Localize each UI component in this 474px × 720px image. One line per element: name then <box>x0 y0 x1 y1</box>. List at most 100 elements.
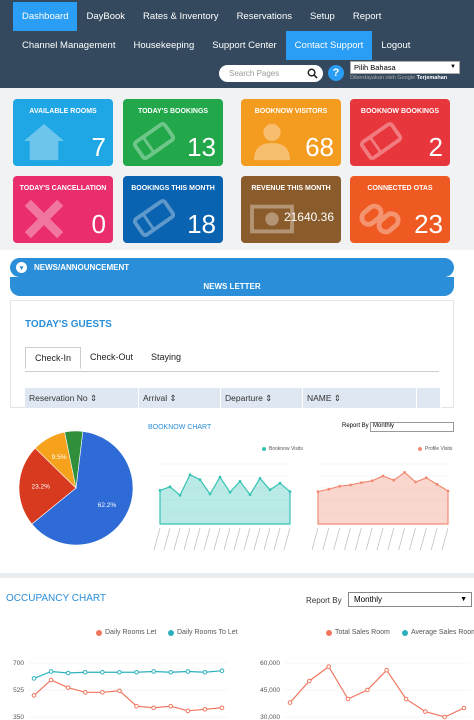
legend-average-sales-room[interactable]: Average Sales Room <box>402 629 474 636</box>
x-tick-mark <box>430 527 438 551</box>
ticket-icon <box>132 199 176 238</box>
tile-label: BOOKNOW BOOKINGS <box>360 108 440 115</box>
newsletter-bar[interactable]: NEWS LETTER <box>10 277 454 296</box>
tile-today-s-cancellation[interactable]: TODAY'S CANCELLATION 0 <box>13 176 113 243</box>
tab-check-in[interactable]: Check-In <box>25 347 82 369</box>
data-point <box>258 477 262 480</box>
tile-label: TODAY'S CANCELLATION <box>19 185 107 192</box>
nav-item-housekeeping[interactable]: Housekeeping <box>124 31 203 60</box>
booknow-chart-section: 62.2% 23.2% 9.5% BOOKNOW CHART Report By M… <box>0 408 474 573</box>
data-point <box>307 678 312 684</box>
line-series <box>289 665 465 718</box>
column-header-reservation-no[interactable]: Reservation No ⇕ <box>25 388 139 408</box>
report-by-mini-label: Report By <box>340 423 369 429</box>
booknow-report-select-value: Monthly <box>373 423 395 429</box>
data-point <box>198 478 202 481</box>
data-point <box>208 492 212 496</box>
column-header-name[interactable]: NAME ⇕ <box>303 388 417 408</box>
data-point <box>188 473 192 477</box>
data-point <box>219 705 225 711</box>
top-navbar: Dashboard DayBook Rates & Inventory Reserva… <box>0 0 474 88</box>
pie-slice-label: 23.2% <box>31 483 50 490</box>
section-separator <box>0 573 474 578</box>
legend-dot <box>402 629 408 636</box>
guests-table-header: Reservation No ⇕ Arrival ⇕ Departure ⇕ NAME… <box>25 388 441 408</box>
tile-booknow-bookings[interactable]: BOOKNOW BOOKINGS 2 <box>350 99 450 166</box>
x-tick-mark <box>193 527 201 551</box>
tile-available-rooms[interactable]: AVAILABLE ROOMS 7 <box>13 99 113 166</box>
column-header-departure[interactable]: Departure ⇕ <box>221 388 303 408</box>
tile-revenue-this-month[interactable]: REVENUE THIS MONTH 21640.36 <box>241 176 341 243</box>
x-tick-mark <box>173 527 181 551</box>
x-tick-mark <box>344 527 351 551</box>
data-point <box>31 676 37 681</box>
data-point <box>158 489 162 492</box>
ticket-icon <box>132 122 176 161</box>
link-icon <box>359 203 401 235</box>
x-tick-mark <box>183 527 191 551</box>
tile-value: 21640.36 <box>283 210 334 224</box>
tile-booknow-visitors[interactable]: BOOKNOW VISITORS 68 <box>241 99 341 166</box>
nav-item-report[interactable]: Report <box>344 2 391 31</box>
data-point <box>219 668 225 674</box>
report-by-select[interactable]: Monthly ▼ <box>348 592 472 607</box>
y-tick-label: 45,000 <box>260 687 280 694</box>
nav-item-logout[interactable]: Logout <box>372 31 419 60</box>
booknow-visits-area-chart <box>153 463 292 551</box>
data-point <box>185 708 191 714</box>
search-icon[interactable] <box>307 68 318 79</box>
tile-connected-otas[interactable]: CONNECTED OTAS 23 <box>350 176 450 243</box>
nav-item-daybook[interactable]: DayBook <box>77 2 134 31</box>
data-point <box>278 481 282 485</box>
pie-slice-label: 62.2% <box>98 502 117 509</box>
tile-value: 2 <box>428 132 443 162</box>
person-icon <box>253 123 291 161</box>
tab-check-out[interactable]: Check-Out <box>81 347 142 369</box>
guests-tabs: Check-In Check-Out Staying <box>25 347 190 369</box>
data-point <box>446 489 450 493</box>
legend-label: Booknow Visits <box>269 446 303 452</box>
data-point <box>384 667 389 673</box>
translate-link[interactable]: Terjemahan <box>417 75 447 81</box>
news-announcement-bar[interactable]: ▾ NEWS/ANNOUNCEMENT <box>10 258 454 277</box>
report-by-label: Report By <box>306 596 342 605</box>
nav-item-dashboard[interactable]: Dashboard <box>13 2 78 31</box>
data-point <box>268 488 272 492</box>
nav-item-reservations[interactable]: Reservations <box>228 2 301 31</box>
tile-value: 18 <box>187 209 216 239</box>
profile-visits-area-chart <box>311 463 450 551</box>
nav-item-setup[interactable]: Setup <box>301 2 344 31</box>
legend-total-sales-room[interactable]: Total Sales Room <box>326 629 390 636</box>
x-tick-mark <box>365 527 373 551</box>
nav-item-channel-management[interactable]: Channel Management <box>13 31 124 60</box>
legend-daily-rooms-to-let[interactable]: Daily Rooms To Let <box>168 629 238 636</box>
column-header-arrival[interactable]: Arrival ⇕ <box>139 388 221 408</box>
nav-item-contact-support[interactable]: Contact Support <box>285 31 373 60</box>
nav-item-rates-inventory[interactable]: Rates & Inventory <box>134 2 228 31</box>
pie-slice-label: 9.5% <box>52 454 67 461</box>
data-point <box>414 480 417 484</box>
data-point <box>327 487 331 491</box>
nav-row-secondary: Channel Management Housekeeping Support Ce… <box>13 31 419 60</box>
tab-staying[interactable]: Staying <box>142 347 190 369</box>
nav-item-support-center[interactable]: Support Center <box>203 31 285 60</box>
tile-label: BOOKINGS THIS MONTH <box>131 185 215 192</box>
data-point <box>403 696 409 702</box>
data-point <box>316 490 320 493</box>
search-input[interactable]: Search Pages <box>219 65 323 82</box>
tile-label: REVENUE THIS MONTH <box>251 185 331 192</box>
tile-value: 7 <box>91 132 106 162</box>
x-tick-mark <box>253 527 261 551</box>
data-point <box>168 669 174 675</box>
data-point <box>392 478 396 482</box>
data-point <box>248 493 252 496</box>
language-select[interactable]: Pilih Bahasa ▼ <box>350 61 460 74</box>
tile-today-s-bookings[interactable]: TODAY'S BOOKINGS 13 <box>123 99 223 166</box>
tile-bookings-this-month[interactable]: BOOKINGS THIS MONTH 18 <box>123 176 223 243</box>
tile-value: 0 <box>91 209 106 239</box>
booknow-report-select[interactable]: Monthly <box>370 422 454 432</box>
legend-daily-rooms-let[interactable]: Daily Rooms Let <box>96 629 156 636</box>
legend-profile-visits: Profile Visits <box>418 446 452 452</box>
help-icon[interactable]: ? <box>328 65 344 81</box>
occupancy-rooms-line-chart: 700 525 350 <box>13 660 228 720</box>
